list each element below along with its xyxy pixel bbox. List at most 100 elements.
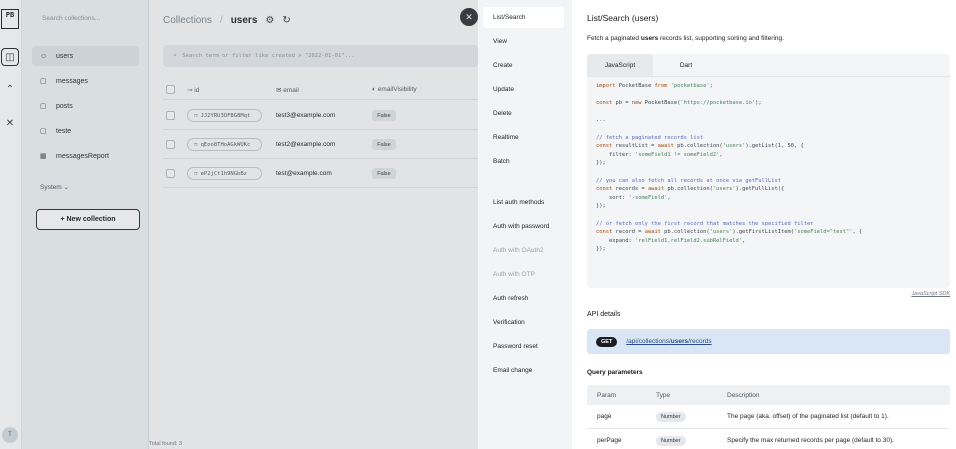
collection-item-label: messages	[56, 77, 88, 85]
query-params-heading: Query parameters	[587, 369, 643, 376]
nav-password-reset[interactable]: Password reset	[483, 336, 564, 357]
database-icon[interactable]: ◫	[1, 48, 19, 66]
record-id[interactable]: ❐ qEoo8THoAGkWUKc	[187, 138, 262, 151]
select-all-checkbox[interactable]	[166, 85, 175, 94]
path-collection: users	[670, 338, 689, 345]
app-rail: PB ◫ ⌃ ✕ T	[0, 0, 22, 449]
path-pre: /api/collections/	[626, 338, 671, 345]
gear-icon[interactable]: ⚙	[265, 15, 274, 26]
user-avatar[interactable]: T	[2, 427, 18, 443]
param-desc: Specify the max returned records per pag…	[727, 437, 894, 444]
column-email[interactable]: ✉ email	[276, 86, 372, 94]
tab-dart[interactable]: Dart	[653, 54, 719, 76]
param-row: perPage Number Specify the max returned re…	[587, 429, 950, 449]
code-line: // or fetch only the first record that m…	[596, 220, 814, 227]
filter-input[interactable]: ⌕ Search term or filter like created > "…	[163, 45, 478, 67]
endpoint-path[interactable]: /api/collections/users/records	[626, 338, 711, 345]
collection-item-label: teste	[56, 127, 72, 135]
collection-item-messages[interactable]: ▢ messages	[32, 71, 139, 91]
record-email: test2@example.com	[276, 141, 336, 148]
table-row[interactable]: ❐ JJ2YRU3OFBG8Mqt test3@example.com False	[163, 102, 478, 130]
copy-icon: ❐	[194, 170, 198, 177]
collection-item-posts[interactable]: ▢ posts	[32, 96, 139, 116]
param-type: Number	[656, 436, 686, 446]
table-row[interactable]: ❐ eP2jCt1h9NGbBz test@example.com False	[163, 160, 478, 188]
code-line: const records = await pb.collection('use…	[596, 186, 785, 193]
column-id[interactable]: ⊸ id	[187, 86, 276, 94]
nav-update[interactable]: Update	[483, 79, 564, 100]
breadcrumb-root[interactable]: Collections	[163, 15, 212, 26]
params-header: Param Type Description	[587, 385, 950, 405]
nav-create[interactable]: Create	[483, 55, 564, 76]
new-collection-button[interactable]: + New collection	[36, 209, 140, 230]
nav-list-auth-methods[interactable]: List auth methods	[483, 192, 564, 213]
docs-description: Fetch a paginated users records list, su…	[587, 35, 784, 42]
tab-javascript[interactable]: JavaScript	[587, 54, 653, 76]
records-panel: Collections / users ⚙ ↻ ✕ ⌕ Search term …	[149, 0, 478, 449]
collection-item-messagesreport[interactable]: ▦ messagesReport	[32, 146, 139, 166]
row-checkbox[interactable]	[166, 140, 175, 149]
code-block: JavaScript Dart import PocketBase from '…	[587, 54, 950, 288]
code-line: // fetch a paginated records list	[596, 134, 704, 141]
record-id-text: eP2jCt1h9NGbBz	[200, 170, 247, 177]
nav-realtime[interactable]: Realtime	[483, 127, 564, 148]
close-icon: ✕	[465, 11, 473, 22]
code-line: ...	[596, 117, 606, 124]
toggle-icon: ◐	[372, 86, 376, 93]
nav-auth-with-oauth2: Auth with OAuth2	[493, 247, 544, 254]
desc-post: records list, supporting sorting and fil…	[658, 35, 784, 42]
param-col-header: Param	[597, 391, 617, 399]
table-icon: ▦	[40, 153, 47, 160]
nav-verification[interactable]: Verification	[483, 312, 564, 333]
column-emailvisibility[interactable]: ◐ emailVisibility	[372, 86, 472, 93]
record-id[interactable]: ❐ JJ2YRU3OFBG8Mqt	[187, 109, 262, 122]
row-checkbox[interactable]	[166, 169, 175, 178]
code-line: });	[596, 160, 606, 167]
users-icon: ☺	[40, 52, 48, 60]
record-id[interactable]: ❐ eP2jCt1h9NGbBz	[187, 167, 262, 180]
total-found: Total found: 3	[149, 441, 182, 447]
total-found-label: Total found: 3	[149, 441, 183, 447]
code-line: expand: 'relField1,relField2.subRelField…	[596, 237, 746, 244]
params-table: Param Type Description page Number The pag…	[587, 385, 950, 449]
table-row[interactable]: ❐ qEoo8THoAGkWUKc test2@example.com False	[163, 131, 478, 159]
copy-icon: ❐	[194, 112, 198, 119]
nav-auth-refresh[interactable]: Auth refresh	[483, 288, 564, 309]
tools-icon[interactable]: ✕	[1, 114, 19, 132]
nav-batch[interactable]: Batch	[483, 151, 564, 172]
collection-item-users[interactable]: ☺ users	[32, 46, 139, 66]
record-email: test3@example.com	[276, 112, 336, 119]
record-email-visibility: False	[372, 110, 396, 121]
close-panel-button[interactable]: ✕	[460, 8, 478, 26]
nav-delete[interactable]: Delete	[483, 103, 564, 124]
mail-icon: ✉	[276, 86, 282, 94]
param-type-cell: Number	[656, 412, 727, 422]
system-toggle[interactable]: System ⌄	[40, 183, 69, 191]
pocketbase-logo[interactable]: PB	[1, 9, 19, 29]
path-post: /records	[688, 338, 712, 345]
record-id-text: qEoo8THoAGkWUKc	[200, 141, 251, 148]
nav-view[interactable]: View	[483, 31, 564, 52]
nav-list-search[interactable]: List/Search	[483, 7, 564, 28]
search-collections-input[interactable]: Search collections...	[32, 8, 140, 30]
row-checkbox[interactable]	[166, 111, 175, 120]
code-line: // you can also fetch all records at onc…	[596, 177, 781, 184]
sdk-link[interactable]: JavaScript SDK	[587, 291, 950, 297]
code-line: sort: '-someField',	[596, 194, 671, 201]
collections-sidebar: Search collections... ☺ users ▢ messages ▢ po…	[22, 0, 149, 449]
collection-item-teste[interactable]: ▢ teste	[32, 121, 139, 141]
param-type: Number	[656, 412, 686, 422]
collection-item-label: users	[56, 52, 74, 60]
code-line: const resultList = await pb.collection('…	[596, 143, 804, 150]
nav-auth-with-password[interactable]: Auth with password	[483, 216, 564, 237]
param-row: page Number The page (aka. offset) of the …	[587, 405, 950, 429]
refresh-icon[interactable]: ↻	[282, 15, 290, 26]
code-line: });	[596, 246, 606, 253]
desc-collection: users	[640, 35, 659, 42]
chart-icon[interactable]: ⌃	[1, 80, 19, 98]
code-line: const record = await pb.collection('user…	[596, 229, 863, 236]
nav-email-change[interactable]: Email change	[483, 360, 564, 381]
